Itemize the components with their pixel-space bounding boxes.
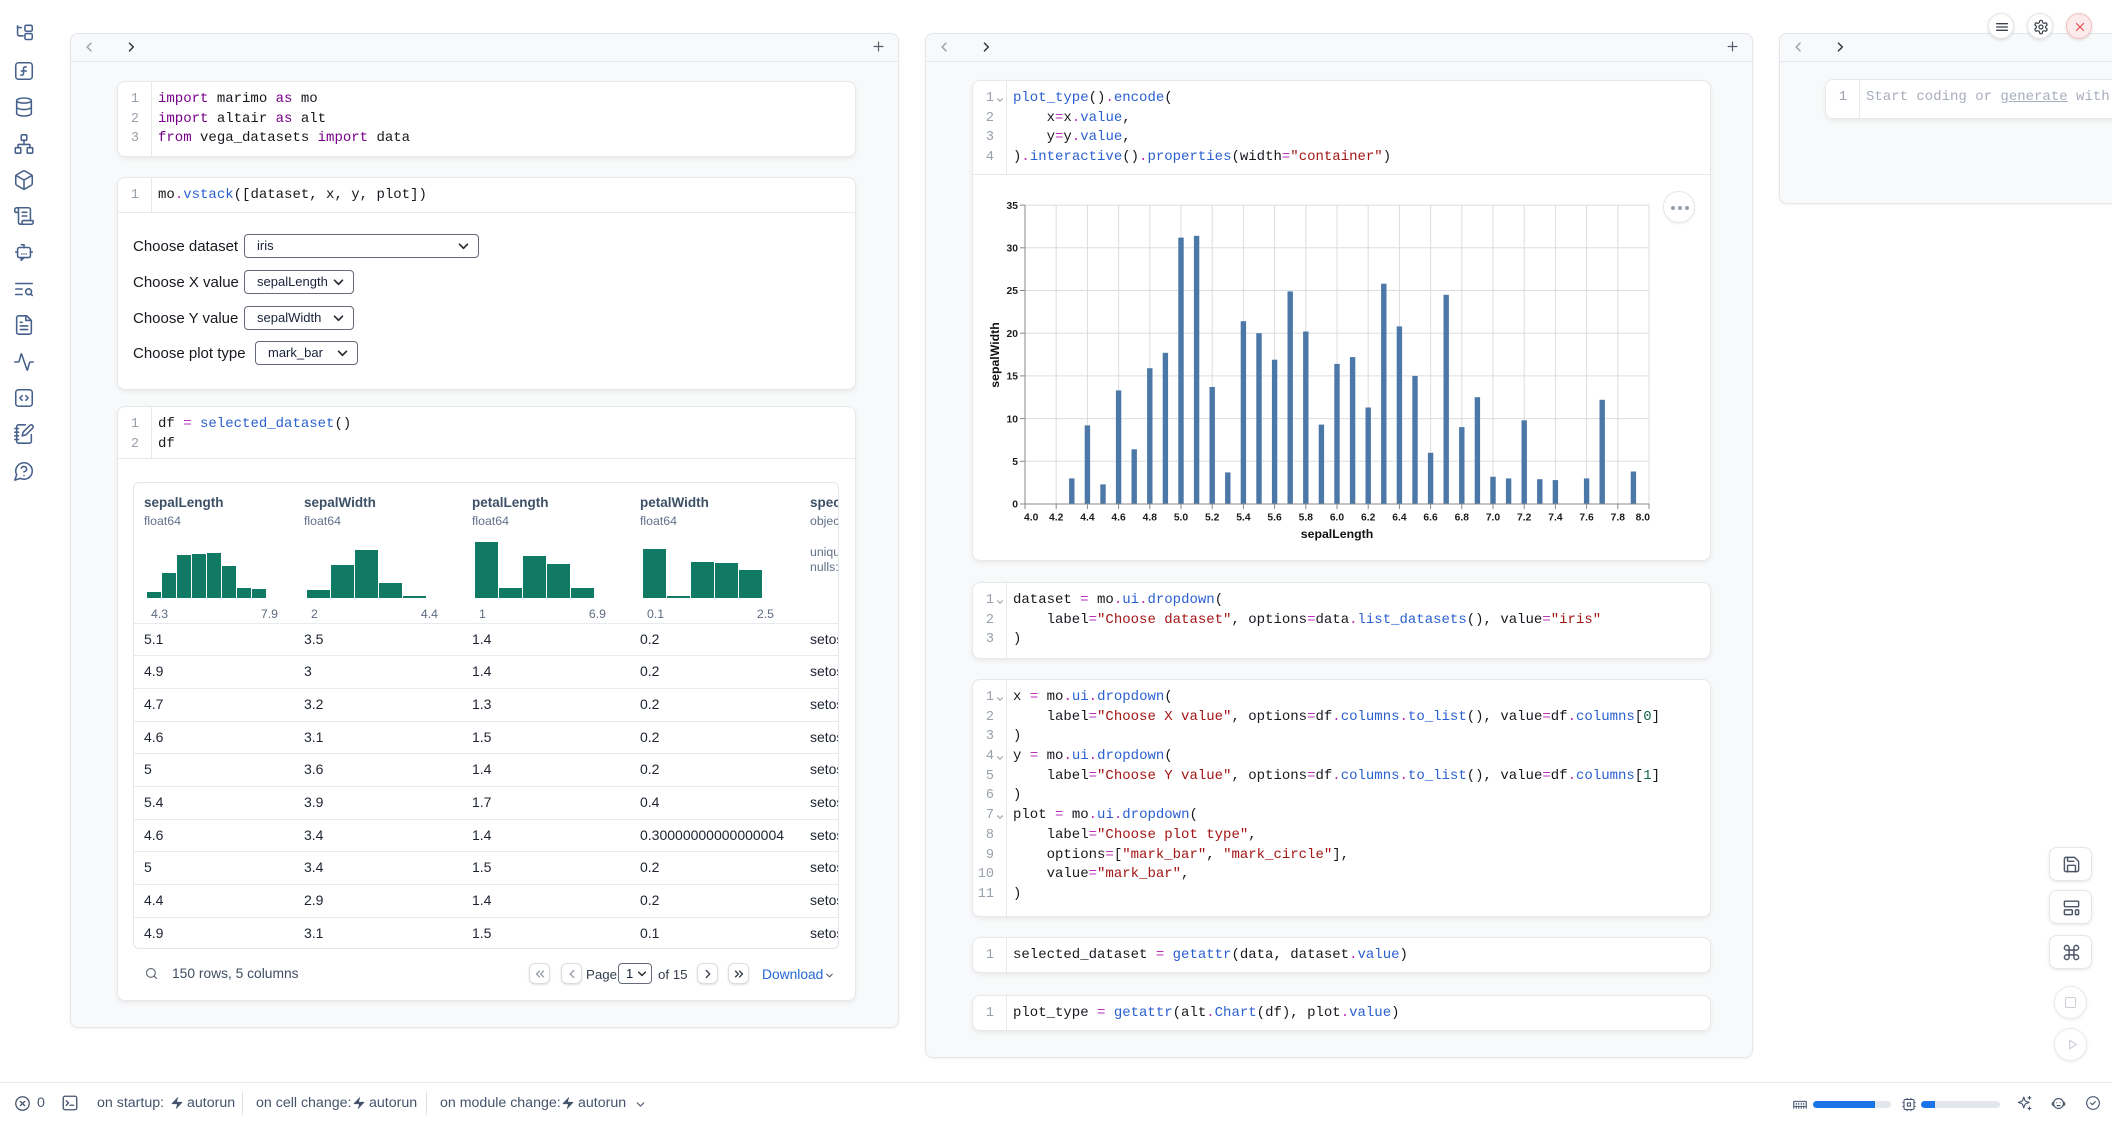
svg-text:5.4: 5.4 xyxy=(1236,513,1251,524)
svg-text:5.6: 5.6 xyxy=(1267,513,1282,524)
svg-text:7.6: 7.6 xyxy=(1579,513,1594,524)
svg-text:7.8: 7.8 xyxy=(1611,513,1626,524)
svg-text:30: 30 xyxy=(1007,244,1019,255)
svg-text:4.8: 4.8 xyxy=(1143,513,1158,524)
svg-text:7.0: 7.0 xyxy=(1486,513,1501,524)
svg-text:6.2: 6.2 xyxy=(1361,513,1376,524)
svg-text:5.0: 5.0 xyxy=(1174,513,1189,524)
svg-text:5.8: 5.8 xyxy=(1299,513,1314,524)
svg-text:6.6: 6.6 xyxy=(1423,513,1438,524)
svg-text:6.0: 6.0 xyxy=(1330,513,1345,524)
svg-text:20: 20 xyxy=(1007,329,1019,340)
svg-text:15: 15 xyxy=(1007,372,1019,383)
svg-text:0: 0 xyxy=(1012,500,1018,511)
svg-text:4.4: 4.4 xyxy=(1080,513,1095,524)
svg-text:6.8: 6.8 xyxy=(1455,513,1470,524)
svg-text:8.0: 8.0 xyxy=(1636,513,1651,524)
svg-text:10: 10 xyxy=(1007,414,1019,425)
svg-text:35: 35 xyxy=(1007,201,1019,212)
svg-text:4.6: 4.6 xyxy=(1111,513,1126,524)
svg-text:5.2: 5.2 xyxy=(1205,513,1220,524)
svg-text:6.4: 6.4 xyxy=(1392,513,1407,524)
svg-text:4.2: 4.2 xyxy=(1049,513,1064,524)
svg-text:7.2: 7.2 xyxy=(1517,513,1532,524)
svg-text:sepalWidth: sepalWidth xyxy=(988,322,1002,387)
svg-text:sepalLength: sepalLength xyxy=(1301,527,1373,541)
svg-text:7.4: 7.4 xyxy=(1548,513,1563,524)
svg-text:25: 25 xyxy=(1007,286,1019,297)
svg-text:5: 5 xyxy=(1012,457,1018,468)
svg-text:4.0: 4.0 xyxy=(1024,513,1039,524)
